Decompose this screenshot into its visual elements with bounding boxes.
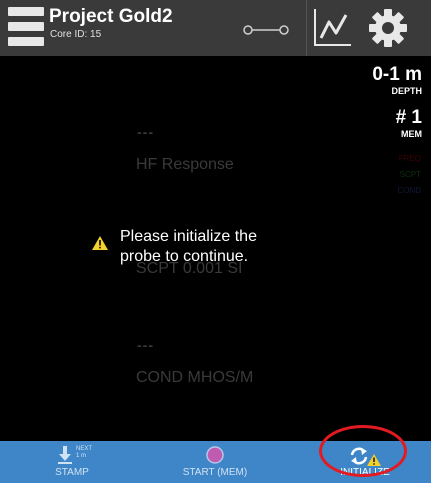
stamp-label: STAMP: [55, 467, 89, 478]
record-icon: [206, 446, 224, 464]
highlight-circle: [319, 425, 407, 477]
graph-icon[interactable]: [312, 6, 354, 48]
start-label: START (MEM): [182, 467, 248, 478]
probe-connection-icon[interactable]: [243, 18, 293, 42]
project-title: Project Gold2: [49, 6, 173, 27]
stamp-button[interactable]: NEXT 1 m STAMP: [40, 441, 104, 483]
menu-icon[interactable]: [8, 7, 44, 47]
hf-value: ---: [137, 124, 154, 140]
depth-value: 0-1 m: [372, 64, 422, 85]
cond-value: ---: [137, 337, 154, 353]
hf-label: HF Response: [136, 156, 234, 173]
header-divider: [306, 0, 307, 56]
mem-value: # 1: [395, 107, 422, 128]
cond-label: COND MHOS/M: [136, 369, 254, 386]
depth-label: DEPTH: [391, 86, 422, 96]
app-header: Project Gold2 Core ID: 15: [0, 0, 431, 56]
start-mem-button[interactable]: START (MEM): [165, 441, 265, 483]
download-arrow-icon: [58, 446, 72, 464]
legend-cond: COND: [397, 186, 421, 195]
stamp-next-depth: NEXT 1 m: [76, 446, 93, 459]
warning-icon: [92, 236, 108, 250]
initialize-message: Please initialize the probe to continue.: [120, 228, 257, 265]
legend-freq: FREQ: [398, 154, 421, 163]
mem-label: MEM: [401, 129, 422, 139]
core-id: Core ID: 15: [50, 29, 102, 40]
legend-scpt: SCPT: [399, 170, 421, 179]
gear-icon[interactable]: [368, 8, 408, 48]
